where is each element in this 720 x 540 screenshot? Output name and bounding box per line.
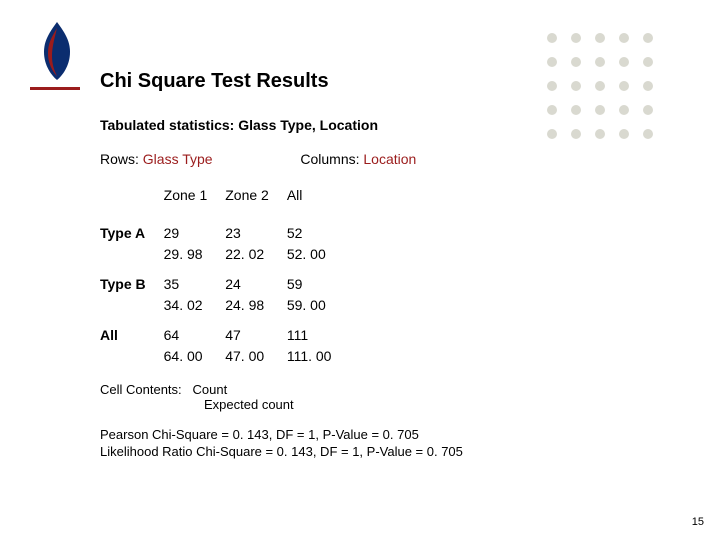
logo [30, 20, 85, 90]
cell-expected: 47. 00 [225, 346, 287, 368]
rows-columns-line: Rows: Glass Type Columns: Location [100, 151, 680, 167]
cell-expected: 34. 02 [164, 295, 226, 317]
table-row: All 64 47 111 [100, 317, 349, 347]
cell-count: 23 [225, 215, 287, 245]
cell-contents-legend: Cell Contents: Count Expected count [100, 382, 680, 412]
cell-count: 64 [164, 317, 226, 347]
cell-count: 52 [287, 215, 350, 245]
row-header-typea: Type A [100, 215, 164, 266]
cell-count: 24 [225, 266, 287, 296]
cell-count: 59 [287, 266, 350, 296]
columns-value: Location [363, 151, 416, 167]
table-row: Type B 35 24 59 [100, 266, 349, 296]
rows-value: Glass Type [143, 151, 213, 167]
page-title: Chi Square Test Results [100, 70, 680, 93]
tabulated-line: Tabulated statistics: Glass Type, Locati… [100, 117, 680, 133]
table-header-row: Zone 1 Zone 2 All [100, 185, 349, 215]
flame-icon [30, 20, 85, 90]
rows-label: Rows: [100, 151, 143, 167]
cell-expected: 64. 00 [164, 346, 226, 368]
content-area: Chi Square Test Results Tabulated statis… [100, 70, 680, 461]
row-header-typeb: Type B [100, 266, 164, 317]
table-row: Type A 29 23 52 [100, 215, 349, 245]
cell-expected: 22. 02 [225, 244, 287, 266]
cell-expected: 52. 00 [287, 244, 350, 266]
likelihood-ratio-line: Likelihood Ratio Chi-Square = 0. 143, DF… [100, 443, 680, 461]
cell-contents-line2: Expected count [100, 397, 680, 412]
cell-expected: 29. 98 [164, 244, 226, 266]
col-header-zone2: Zone 2 [225, 185, 287, 215]
slide: Chi Square Test Results Tabulated statis… [0, 0, 720, 540]
logo-underline [30, 87, 80, 90]
cell-expected: 111. 00 [287, 346, 350, 368]
cell-expected: 59. 00 [287, 295, 350, 317]
page-number: 15 [692, 516, 704, 528]
row-header-all: All [100, 317, 164, 368]
cell-count: 35 [164, 266, 226, 296]
col-header-all: All [287, 185, 350, 215]
cell-contents-label: Cell Contents: [100, 382, 182, 397]
cell-expected: 24. 98 [225, 295, 287, 317]
cell-count: 29 [164, 215, 226, 245]
columns-label: Columns: [300, 151, 363, 167]
cell-count: 111 [287, 317, 350, 347]
chi-square-table: Zone 1 Zone 2 All Type A 29 23 52 29. 98… [100, 185, 349, 368]
cell-count: 47 [225, 317, 287, 347]
pearson-chi-square-line: Pearson Chi-Square = 0. 143, DF = 1, P-V… [100, 426, 680, 444]
cell-contents-line1: Count [193, 382, 228, 397]
col-header-zone1: Zone 1 [164, 185, 226, 215]
